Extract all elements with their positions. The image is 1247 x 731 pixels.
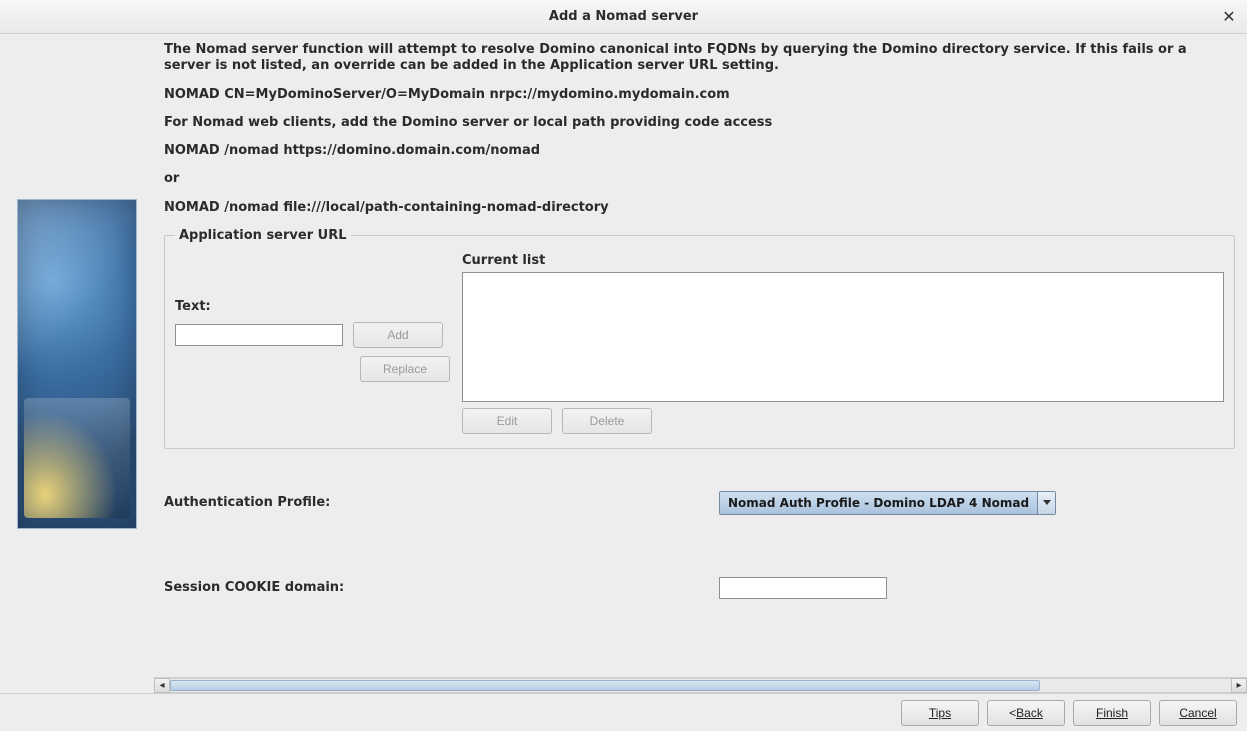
scroll-left-arrow-icon[interactable]: ◂ — [154, 678, 170, 693]
auth-profile-select[interactable]: Nomad Auth Profile - Domino LDAP 4 Nomad — [719, 491, 1056, 515]
replace-button[interactable]: Replace — [360, 356, 450, 382]
auth-profile-row: Authentication Profile: Nomad Auth Profi… — [164, 491, 1235, 515]
text-input[interactable] — [175, 324, 343, 346]
desc-line-3: For Nomad web clients, add the Domino se… — [164, 115, 1235, 131]
application-server-url-group: Application server URL Text: Add Replace — [164, 228, 1235, 449]
auth-profile-label: Authentication Profile: — [164, 495, 719, 510]
group-legend: Application server URL — [175, 228, 351, 243]
desc-line-5: or — [164, 171, 1235, 187]
finish-button[interactable]: Finish — [1073, 700, 1151, 726]
description-text: The Nomad server function will attempt t… — [164, 42, 1235, 216]
window-title: Add a Nomad server — [549, 9, 698, 24]
scroll-track[interactable] — [170, 678, 1231, 693]
auth-profile-value: Nomad Auth Profile - Domino LDAP 4 Nomad — [720, 496, 1037, 510]
back-button[interactable]: <Back — [987, 700, 1065, 726]
text-label: Text: — [175, 299, 450, 314]
dialog-body: The Nomad server function will attempt t… — [0, 34, 1247, 693]
cancel-button[interactable]: Cancel — [1159, 700, 1237, 726]
desc-line-2: NOMAD CN=MyDominoServer/O=MyDomain nrpc:… — [164, 87, 1235, 103]
wizard-banner-image — [17, 199, 137, 529]
add-button[interactable]: Add — [353, 322, 443, 348]
delete-button[interactable]: Delete — [562, 408, 652, 434]
desc-line-4: NOMAD /nomad https://domino.domain.com/n… — [164, 143, 1235, 159]
tips-button[interactable]: Tips — [901, 700, 979, 726]
current-list[interactable] — [462, 272, 1224, 402]
cookie-domain-row: Session COOKIE domain: — [164, 577, 1235, 599]
desc-line-1: The Nomad server function will attempt t… — [164, 42, 1235, 75]
scroll-right-arrow-icon[interactable]: ▸ — [1231, 678, 1247, 693]
current-list-label: Current list — [462, 253, 1224, 268]
wizard-footer: Tips <Back Finish Cancel — [0, 693, 1247, 731]
titlebar: Add a Nomad server ✕ — [0, 0, 1247, 34]
chevron-down-icon — [1037, 492, 1055, 514]
desc-line-6: NOMAD /nomad file:///local/path-containi… — [164, 200, 1235, 216]
close-icon[interactable]: ✕ — [1219, 6, 1239, 26]
cookie-domain-input[interactable] — [719, 577, 887, 599]
scroll-thumb[interactable] — [170, 680, 1040, 691]
main-panel: The Nomad server function will attempt t… — [154, 34, 1247, 693]
cookie-domain-label: Session COOKIE domain: — [164, 580, 719, 595]
sidebar — [0, 34, 154, 693]
edit-button[interactable]: Edit — [462, 408, 552, 434]
horizontal-scrollbar[interactable]: ◂ ▸ — [154, 677, 1247, 693]
